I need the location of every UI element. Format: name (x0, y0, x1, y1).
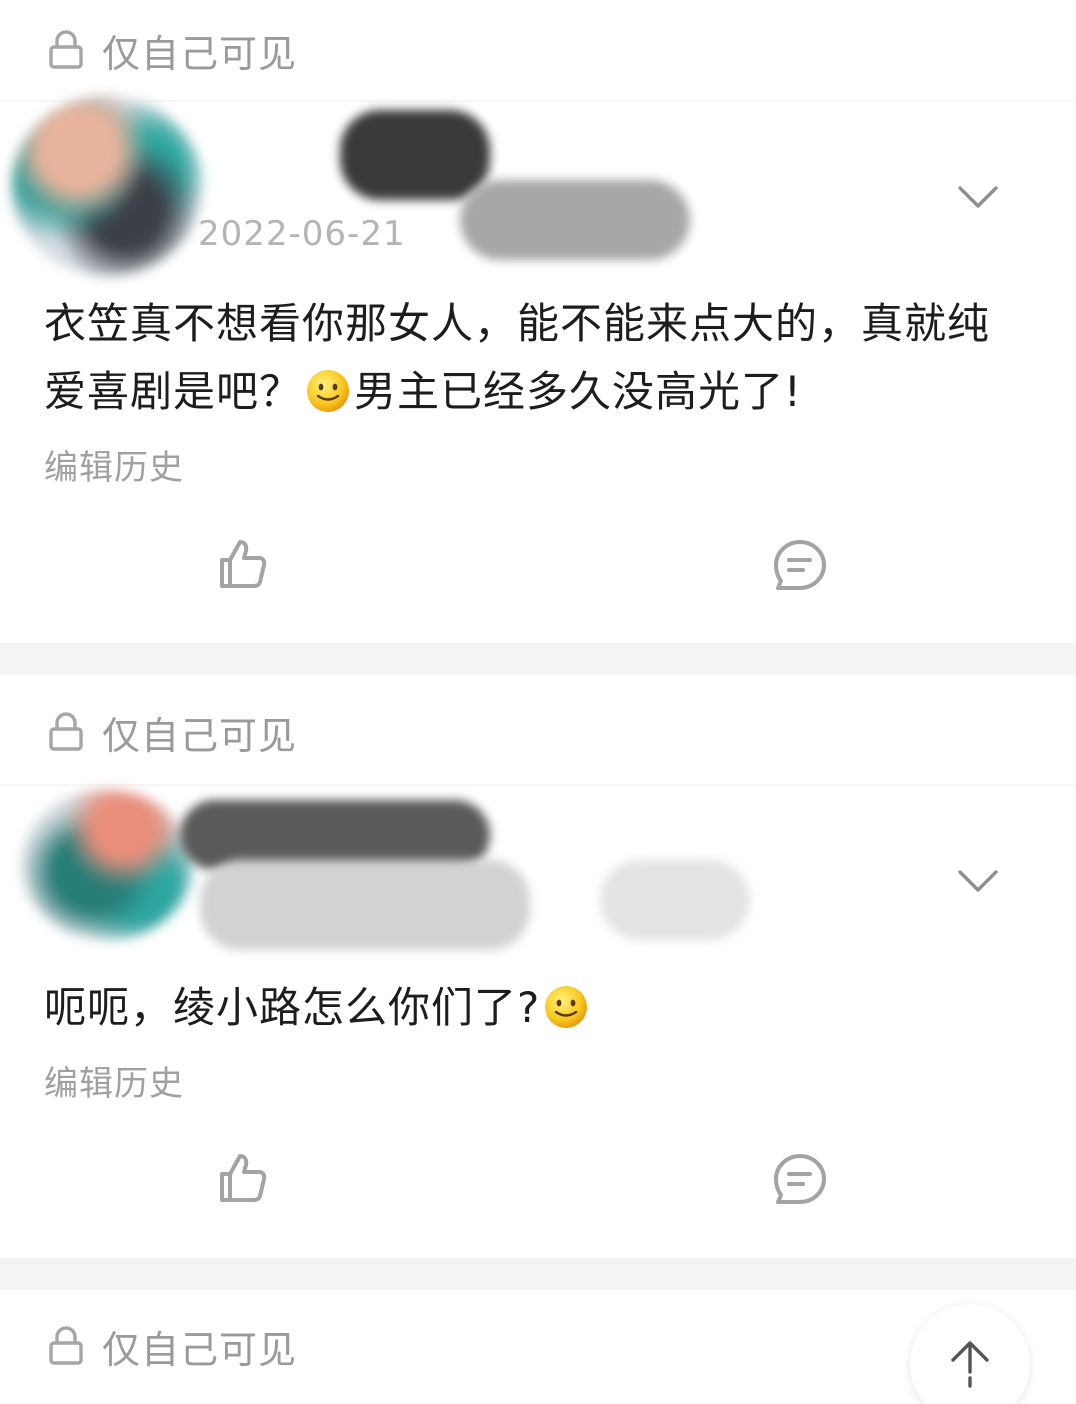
separator (0, 784, 1076, 786)
privacy-label: 仅自己可见 (102, 1327, 298, 1372)
feed-page: 仅自己可见 2022-06-21 衣笠真不想看你那女人，能不能来点大的，真就纯爱… (0, 0, 1076, 1404)
chevron-down-icon[interactable] (956, 182, 1000, 212)
avatar[interactable] (22, 790, 192, 940)
username-obscured (460, 180, 690, 260)
edit-history-link[interactable]: 编辑历史 (44, 1056, 184, 1105)
avatar[interactable] (12, 96, 202, 276)
chevron-down-icon[interactable] (956, 866, 1000, 896)
card-divider (0, 643, 1076, 675)
username-obscured (600, 860, 750, 940)
privacy-label: 仅自己可见 (102, 713, 298, 758)
comment-icon[interactable] (772, 538, 828, 594)
privacy-label: 仅自己可见 (102, 31, 298, 76)
username-obscured[interactable] (340, 110, 490, 200)
edit-history-link[interactable]: 编辑历史 (44, 440, 184, 489)
post-date: 2022-06-21 (198, 214, 406, 254)
post-text-part: 呃呃，绫小路怎么你们了? (44, 983, 541, 1032)
lock-icon (49, 712, 83, 751)
post-text: 呃呃，绫小路怎么你们了? (44, 974, 1016, 1042)
privacy-row: 仅自己可见 (0, 682, 1076, 782)
lock-icon (49, 30, 83, 69)
post-text-part: 男主已经多久没高光了! (354, 367, 802, 416)
privacy-row: 仅自己可见 (0, 0, 1076, 100)
separator (0, 100, 1076, 102)
comment-icon[interactable] (772, 1152, 828, 1208)
arrow-up-icon (951, 1341, 989, 1388)
smile-emoji-icon (307, 370, 350, 412)
smile-emoji-icon (545, 986, 588, 1028)
lock-icon (49, 1326, 83, 1365)
post-text: 衣笠真不想看你那女人，能不能来点大的，真就纯爱喜剧是吧？ 男主已经多久没高光了! (44, 290, 1016, 426)
thumbs-up-icon[interactable] (214, 536, 270, 592)
card-divider (0, 1258, 1076, 1290)
thumbs-up-icon[interactable] (214, 1150, 270, 1206)
username-obscured (200, 860, 530, 950)
